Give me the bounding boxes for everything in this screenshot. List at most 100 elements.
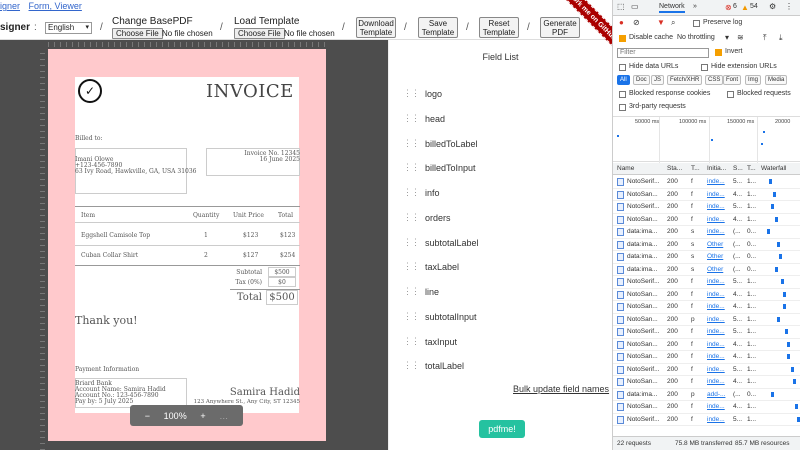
tab-network[interactable]: Network [659,3,685,13]
field-item[interactable]: ⋮⋮ info [403,187,440,198]
hide-data-urls-checkbox[interactable] [619,64,626,71]
table-row[interactable]: NotoSan... 200 f inde... 4... 1... [613,401,800,414]
table-row[interactable]: NotoSan... 200 f inde... 4... 1... [613,339,800,351]
table-row[interactable]: NotoSan... 200 f inde... 4... 1... [613,214,800,226]
col-status[interactable]: Sta... [667,165,682,172]
table-row[interactable]: NotoSerif... 200 f inde... 5... 1... [613,276,800,289]
payment-info-label[interactable]: Payment Information [75,366,139,373]
basepdf-choose-file-button[interactable]: Choose File [112,28,163,39]
total-label[interactable]: Total [230,292,262,303]
table-row[interactable]: data:ima... 200 s Other (... 0... [613,251,800,264]
designer-canvas[interactable]: ✓ INVOICE Billed to: Imani Olowe +123-45… [0,40,388,450]
zoom-out-button[interactable]: − [145,411,150,421]
shop-name[interactable]: Samira Hadid [198,387,300,398]
field-item[interactable]: ⋮⋮ orders [403,212,451,223]
drag-handle-icon[interactable]: ⋮⋮ [403,336,420,347]
pdf-page[interactable]: ✓ INVOICE Billed to: Imani Olowe +123-45… [48,49,326,441]
table-row[interactable]: data:ima... 200 s Other (... 0... [613,239,800,251]
drag-handle-icon[interactable]: ⋮⋮ [403,162,420,173]
inspect-icon[interactable]: ⬚ [617,2,625,11]
table-row[interactable]: data:ima... 200 s inde... (... 0... [613,226,800,239]
language-select[interactable]: English ▾ [45,22,92,34]
device-toolbar-icon[interactable]: ▭ [631,2,639,11]
table-row[interactable]: NotoSan... 200 f inde... 4... 1... [613,376,800,389]
field-item[interactable]: ⋮⋮ taxInput [403,336,457,347]
nav-link-form-viewer[interactable]: Form, Viewer [29,1,82,11]
invert-checkbox[interactable] [715,49,722,56]
drag-handle-icon[interactable]: ⋮⋮ [403,212,420,223]
drag-handle-icon[interactable]: ⋮⋮ [403,88,420,99]
bulk-update-link[interactable]: Bulk update field names [513,384,609,394]
field-item[interactable]: ⋮⋮ billedToInput [403,162,476,173]
filter-icon[interactable]: ▼ [657,18,665,27]
preserve-log-checkbox[interactable] [693,20,700,27]
col-time[interactable]: T... [747,165,756,172]
download-icon[interactable]: ⤓ [779,33,783,43]
table-row[interactable]: NotoSan... 200 f inde... 4... 1... [613,289,800,301]
gear-icon[interactable]: ⚙ [769,2,776,11]
field-item[interactable]: ⋮⋮ subtotalInput [403,311,477,322]
table-row[interactable]: NotoSan... 200 f inde... 4... 1... [613,189,800,201]
field-item[interactable]: ⋮⋮ billedToLabel [403,138,478,149]
upload-icon[interactable]: ⤒ [763,33,767,43]
col-waterfall[interactable]: Waterfall [761,165,786,172]
table-row[interactable]: NotoSan... 200 f inde... 4... 1... [613,351,800,364]
blocked-cookies-checkbox[interactable] [619,91,626,98]
warning-icon[interactable]: ▲ [741,3,749,12]
download-template-button[interactable]: Download Template [356,17,396,38]
field-item[interactable]: ⋮⋮ taxLabel [403,261,459,272]
logo-checkmark-icon[interactable]: ✓ [78,79,102,103]
nav-link-designer[interactable]: igner [0,1,20,11]
drag-handle-icon[interactable]: ⋮⋮ [403,286,420,297]
clear-icon[interactable]: ⊘ [633,18,640,27]
throttling-select[interactable]: No throttling [677,34,715,41]
filter-type-fetch-xhr[interactable]: Fetch/XHR [667,75,703,85]
drag-handle-icon[interactable]: ⋮⋮ [403,360,420,371]
table-row[interactable]: NotoSan... 200 p inde... 5... 1... [613,314,800,326]
invoice-title[interactable]: INVOICE [206,81,294,102]
filter-type-media[interactable]: Media [765,75,788,85]
wifi-icon[interactable]: ≋ [737,33,744,42]
filter-input[interactable]: Filter [617,48,709,58]
disable-cache-checkbox[interactable] [619,35,626,42]
hide-extension-urls-checkbox[interactable] [701,64,708,71]
table-row[interactable]: data:ima... 200 p add-... (... 0... [613,389,800,401]
col-initiator[interactable]: Initia... [707,165,726,172]
filter-type-img[interactable]: Img [745,75,762,85]
filter-type-js[interactable]: JS [651,75,665,85]
filter-type-css[interactable]: CSS [705,75,724,85]
field-item[interactable]: ⋮⋮ totalLabel [403,360,464,371]
table-row[interactable]: NotoSerif... 200 f inde... 5... 1... [613,364,800,376]
record-icon[interactable]: ● [619,18,624,27]
drag-handle-icon[interactable]: ⋮⋮ [403,187,420,198]
generate-pdf-button[interactable]: Generate PDF [540,17,580,38]
drag-handle-icon[interactable]: ⋮⋮ [403,237,420,248]
tax-label[interactable]: Tax (0%) [230,279,262,286]
drag-handle-icon[interactable]: ⋮⋮ [403,138,420,149]
thank-you-text[interactable]: Thank you! [75,314,138,327]
drag-handle-icon[interactable]: ⋮⋮ [403,113,420,124]
table-row[interactable]: NotoSan... 200 f inde... 4... 1... [613,301,800,314]
col-type[interactable]: T... [691,165,700,172]
table-row[interactable]: NotoSerif... 200 f inde... 5... 1... [613,326,800,339]
table-row[interactable]: data:ima... 200 s Other (... 0... [613,264,800,276]
col-name[interactable]: Name [617,165,634,172]
template-choose-file-button[interactable]: Choose File [234,28,285,39]
drag-handle-icon[interactable]: ⋮⋮ [403,311,420,322]
search-icon[interactable]: ⌕ [671,18,675,28]
kebab-menu-icon[interactable]: ⋮ [785,2,793,11]
table-row[interactable]: NotoSerif... 200 f inde... 5... 1... [613,414,800,426]
pdfme-button[interactable]: pdfme! [479,420,525,438]
third-party-checkbox[interactable] [619,104,626,111]
filter-type-doc[interactable]: Doc [633,75,650,85]
field-item[interactable]: ⋮⋮ head [403,113,445,124]
subtotal-label[interactable]: Subtotal [230,269,262,276]
filter-type-font[interactable]: Font [723,75,742,85]
save-template-button[interactable]: Save Template [418,17,458,38]
zoom-more-button[interactable]: … [219,411,228,421]
filter-type-all[interactable]: All [617,75,630,85]
table-row[interactable]: NotoSerif... 200 f inde... 5... 1... [613,176,800,189]
zoom-in-button[interactable]: + [200,411,205,421]
drag-handle-icon[interactable]: ⋮⋮ [403,261,420,272]
network-timeline[interactable]: 50000 ms 100000 ms 150000 ms 20000 [613,116,800,163]
